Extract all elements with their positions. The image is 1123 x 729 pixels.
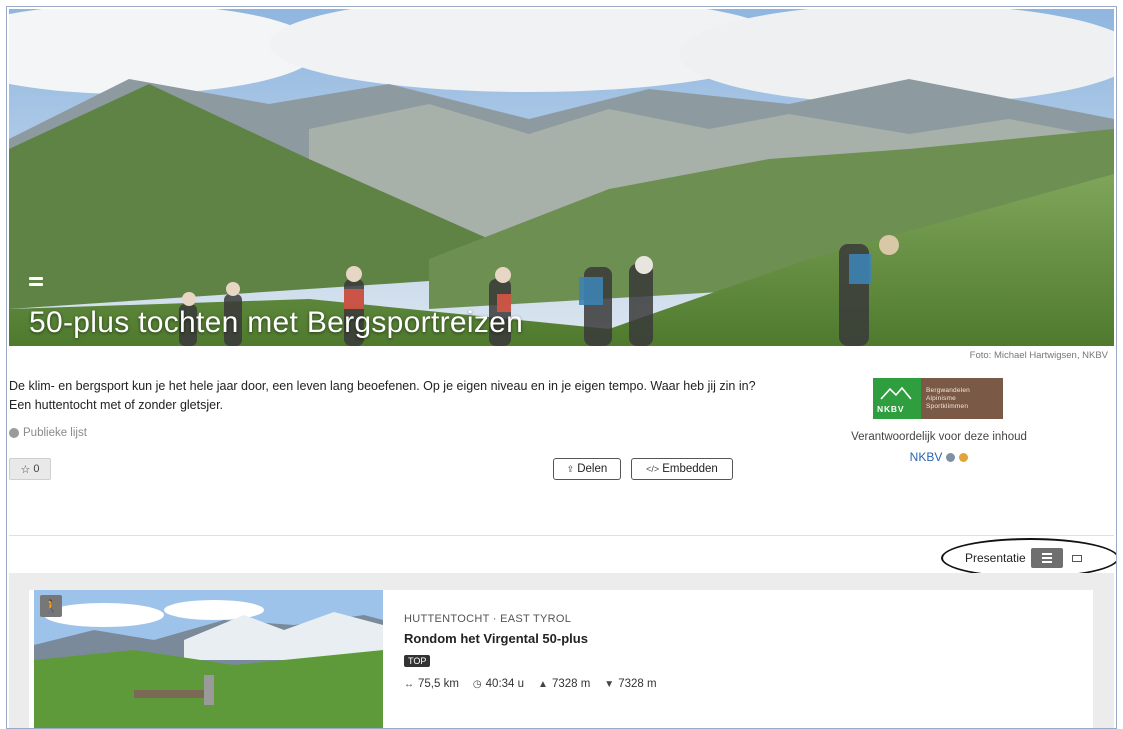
tour-category: HUTTENTOCHT · EAST TYROL [404, 613, 572, 625]
logo-line: Sportklimmen [926, 402, 969, 410]
visibility-label: Publieke lijst [9, 427, 87, 439]
hero-banner: 50-plus tochten met Bergsportreizen [9, 9, 1114, 346]
responsible-label: Verantwoordelijk voor deze inhoud [851, 431, 1027, 443]
annotation-highlight [941, 538, 1116, 578]
ascent-value: 7328 m [551, 678, 591, 690]
star-count: 0 [33, 463, 40, 475]
star-icon: ☆ [20, 463, 31, 476]
tour-thumbnail[interactable]: 🚶 [34, 590, 383, 728]
distance-value: 75,5 km [418, 678, 459, 690]
pro-badge-icon [959, 452, 969, 462]
share-label: Delen [577, 463, 608, 475]
distance-stat: ↔ 75,5 km [404, 678, 459, 690]
share-button[interactable]: ⇪ Delen [553, 458, 621, 480]
top-badge: TOP [404, 655, 431, 667]
tour-stats: ↔ 75,5 km ◷ 40:34 u ▲ 7328 m ▼ 7328 m [404, 678, 657, 690]
share-icon: ⇪ [566, 463, 575, 474]
descent-stat: ▼ 7328 m [604, 678, 656, 690]
page-frame: 50-plus tochten met Bergsportreizen Foto… [6, 6, 1117, 729]
list-description: De klim- en bergsport kun je het hele ja… [9, 379, 756, 412]
ascent-stat: ▲ 7328 m [538, 678, 590, 690]
list-icon [29, 277, 43, 293]
globe-icon [9, 428, 19, 438]
duration-value: 40:34 u [485, 678, 525, 690]
distance-icon: ↔ [404, 678, 414, 690]
duration-stat: ◷ 40:34 u [473, 678, 524, 690]
verified-badge-icon [946, 452, 956, 462]
descent-value: 7328 m [618, 678, 657, 690]
descent-icon: ▼ [604, 678, 615, 690]
photo-credit: Foto: Michael Hartwigsen, NKBV [969, 350, 1108, 361]
logo-line: Alpinisme [926, 394, 956, 402]
page-title: 50-plus tochten met Bergsportreizen [29, 306, 524, 339]
visibility-text: Publieke lijst [23, 427, 87, 439]
organization-logo[interactable]: NKBV Bergwandelen Alpinisme Sportklimmen [873, 378, 1003, 419]
mountain-icon [880, 386, 912, 400]
star-button[interactable]: ☆ 0 [9, 458, 51, 480]
organization-row: NKBV [829, 450, 1049, 464]
logo-line: Bergwandelen [926, 386, 970, 394]
ascent-icon: ▲ [538, 678, 548, 690]
hiker-icon: 🚶 [40, 595, 62, 617]
hero-photo [9, 9, 1114, 346]
list-item[interactable]: 🚶 HUTTENTOCHT · EAST TYROL Rondom het Vi… [29, 590, 1093, 728]
code-icon: </> [646, 464, 660, 474]
tour-title[interactable]: Rondom het Virgental 50-plus [404, 631, 588, 646]
tour-photo [34, 590, 383, 728]
logo-abbreviation: NKBV [877, 404, 905, 414]
embed-button[interactable]: </> Embedden [631, 458, 733, 480]
embed-label: Embedden [662, 463, 718, 475]
clock-icon: ◷ [472, 678, 482, 690]
divider [9, 535, 1114, 536]
tour-list: 🚶 HUTTENTOCHT · EAST TYROL Rondom het Vi… [9, 573, 1114, 728]
organization-link[interactable]: NKBV [910, 450, 943, 464]
